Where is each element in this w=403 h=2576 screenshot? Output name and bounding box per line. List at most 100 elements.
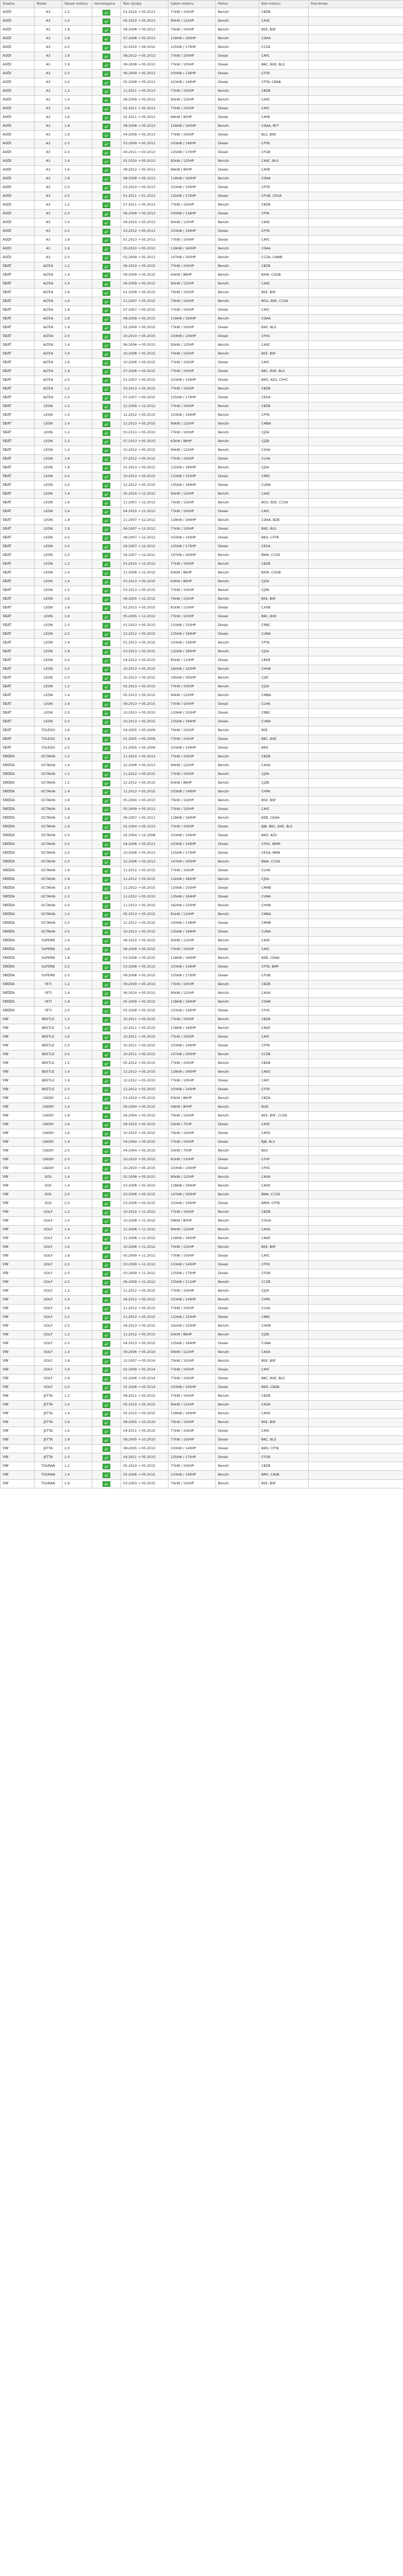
cell-fuel: Diesel bbox=[215, 892, 259, 902]
cell-brand: SKODA bbox=[0, 875, 35, 884]
cell-engine-power: 92kW / 125HP bbox=[168, 218, 216, 227]
cell-homologation bbox=[92, 437, 121, 446]
table-row: VW GOLF 1.2 10.2010 → 11.2012 77kW / 105HP Be… bbox=[0, 1208, 403, 1217]
cell-homologation bbox=[92, 770, 121, 779]
cell-engine-power: 77kW / 105HP bbox=[168, 402, 216, 411]
cell-fuel: Benzín bbox=[215, 910, 259, 919]
cell-engine-size: 1.4 bbox=[62, 1409, 92, 1418]
cell-engine-power: 77kW / 105HP bbox=[168, 454, 216, 464]
cell-engine-power: 135kW / 184HP bbox=[168, 927, 216, 937]
cell-fuel: Benzín bbox=[215, 647, 259, 656]
cell-model: EOS bbox=[34, 1173, 62, 1182]
cell-engine-power: 77kW / 105HP bbox=[168, 1427, 216, 1436]
cell-model: CADDY bbox=[34, 1120, 62, 1129]
cell-brand: AUDI bbox=[0, 113, 35, 122]
cell-fuel: Diesel bbox=[215, 1339, 259, 1348]
homologation-check-icon bbox=[103, 36, 110, 42]
cell-model: A3 bbox=[34, 69, 62, 78]
cell-production-years: 10.2012 → 05.2015 bbox=[121, 446, 169, 455]
cell-production-years: 03.2009 → 11.2012 bbox=[121, 1260, 169, 1269]
homologation-check-icon bbox=[103, 1060, 110, 1066]
cell-brand: VW bbox=[0, 1339, 35, 1348]
cell-model: A3 bbox=[34, 52, 62, 61]
cell-model: GOLF bbox=[34, 1216, 62, 1226]
cell-production-years: 02.2006 → 05.2015 bbox=[121, 1470, 169, 1480]
cell-model: A3 bbox=[34, 95, 62, 105]
cell-note bbox=[308, 516, 403, 525]
cell-brand: SEAT bbox=[0, 656, 35, 665]
cell-brand: AUDI bbox=[0, 69, 35, 78]
cell-model: YETI bbox=[34, 980, 62, 989]
cell-fuel: Benzín bbox=[215, 1190, 259, 1199]
cell-homologation bbox=[92, 1243, 121, 1252]
cell-brand: AUDI bbox=[0, 148, 35, 157]
cell-note bbox=[308, 1348, 403, 1357]
cell-production-years: 10.2010 → 11.2012 bbox=[121, 1208, 169, 1217]
cell-engine-power: 77kW / 105HP bbox=[168, 945, 216, 954]
table-row: SKODA OCTAVIA 1.8 06.2007 → 05.2013 118kW / … bbox=[0, 814, 403, 823]
homologation-check-icon bbox=[103, 325, 110, 331]
cell-model: GOLF bbox=[34, 1225, 62, 1234]
cell-homologation bbox=[92, 235, 121, 245]
cell-engine-size: 1.6 bbox=[62, 1032, 92, 1042]
homologation-check-icon bbox=[103, 395, 110, 401]
cell-engine-code: CXXB bbox=[259, 603, 309, 613]
homologation-check-icon bbox=[103, 176, 110, 182]
cell-model: OCTAVIA bbox=[34, 884, 62, 893]
cell-engine-size: 2.0 bbox=[62, 1321, 92, 1331]
cell-note bbox=[308, 971, 403, 980]
cell-homologation bbox=[92, 78, 121, 87]
table-row: SEAT LEON 1.2 02.2013 → 05.2015 77kW / 105HP… bbox=[0, 682, 403, 691]
cell-engine-power: 77kW / 105HP bbox=[168, 323, 216, 332]
cell-brand: SKODA bbox=[0, 954, 35, 963]
cell-note bbox=[308, 1059, 403, 1068]
cell-fuel: Benzín bbox=[215, 446, 259, 455]
cell-model: A3 bbox=[34, 16, 62, 26]
table-row: SEAT LEON 2.0 04.2013 → 05.2015 81kW / 110HP… bbox=[0, 656, 403, 665]
cell-note bbox=[308, 1076, 403, 1086]
cell-model: YETI bbox=[34, 989, 62, 998]
cell-production-years: 05.2012 → 05.2015 bbox=[121, 1059, 169, 1068]
table-row: SKODA OCTAVIA 1.8 11.2012 → 05.2015 132kW / … bbox=[0, 875, 403, 884]
cell-brand: VW bbox=[0, 1032, 35, 1042]
cell-production-years: 11.2010 → 05.2013 bbox=[121, 752, 169, 761]
cell-fuel: Diesel bbox=[215, 927, 259, 937]
homologation-check-icon bbox=[103, 1306, 110, 1312]
cell-fuel: Benzín bbox=[215, 665, 259, 674]
cell-fuel: Benzín bbox=[215, 1146, 259, 1156]
cell-brand: VW bbox=[0, 1103, 35, 1112]
table-row: SKODA OCTAVIA 1.6 05.2004 → 05.2013 75kW / 1… bbox=[0, 796, 403, 805]
homologation-check-icon bbox=[103, 237, 110, 243]
cell-production-years: 06.2007 → 12.2012 bbox=[121, 524, 169, 534]
table-row: SKODA OCTAVIA 2.0 11.2012 → 05.2015 135kW / … bbox=[0, 892, 403, 902]
cell-production-years: 02.2004 → 05.2013 bbox=[121, 822, 169, 832]
cell-engine-power: 118kW / 160HP bbox=[168, 1024, 216, 1033]
cell-fuel: Benzín bbox=[215, 43, 259, 52]
cell-engine-size: 1.4 bbox=[62, 568, 92, 578]
cell-model: SUPERB bbox=[34, 962, 62, 972]
cell-engine-power: 59kW / 80HP bbox=[168, 1216, 216, 1226]
homologation-check-icon bbox=[103, 903, 110, 909]
cell-note bbox=[308, 726, 403, 735]
cell-fuel: Benzín bbox=[215, 297, 259, 306]
homologation-check-icon bbox=[103, 1341, 110, 1347]
cell-homologation bbox=[92, 1365, 121, 1375]
cell-fuel: Benzín bbox=[215, 875, 259, 884]
cell-homologation bbox=[92, 595, 121, 604]
cell-note bbox=[308, 1129, 403, 1138]
cell-homologation bbox=[92, 1374, 121, 1383]
table-row: SKODA YETI 1.8 05.2009 → 05.2015 118kW / 160… bbox=[0, 997, 403, 1007]
table-row: SEAT LEON 1.6 01.2013 → 05.2015 81kW / 110HP… bbox=[0, 603, 403, 613]
cell-production-years: 08.2012 → 05.2013 bbox=[121, 165, 169, 175]
cell-engine-size: 1.9 bbox=[62, 1435, 92, 1445]
cell-note bbox=[308, 454, 403, 464]
cell-engine-code: CDAA bbox=[259, 314, 309, 324]
cell-brand: AUDI bbox=[0, 87, 35, 96]
cell-model: LEON bbox=[34, 691, 62, 700]
cell-engine-code: BKD, CFFB bbox=[259, 1444, 309, 1453]
homologation-check-icon bbox=[103, 97, 110, 103]
cell-note bbox=[308, 1462, 403, 1471]
homologation-check-icon bbox=[103, 316, 110, 322]
cell-brand: VW bbox=[0, 1050, 35, 1059]
cell-production-years: 11.2007 → 12.2012 bbox=[121, 516, 169, 525]
